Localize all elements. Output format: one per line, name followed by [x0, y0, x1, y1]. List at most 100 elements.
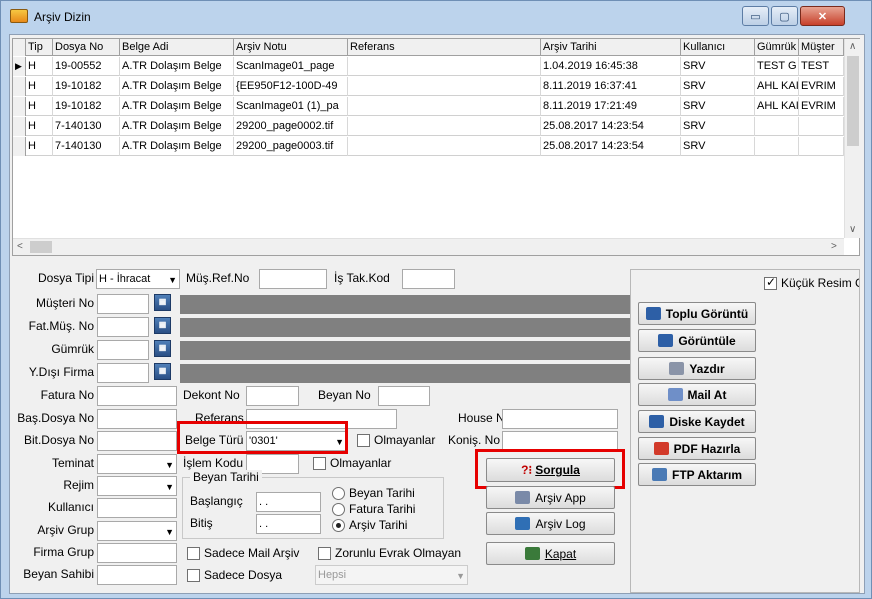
maximize-button[interactable]: ▢	[771, 6, 798, 26]
client-area: Tip Dosya No Belge Adi Arşiv Notu Refera…	[9, 34, 865, 594]
row-selector	[13, 137, 26, 156]
vertical-scrollbar[interactable]: ∧ ∨	[844, 39, 860, 238]
horizontal-scroll-thumb[interactable]	[30, 241, 52, 253]
house-input[interactable]	[502, 409, 618, 429]
window-title: Arşiv Dizin	[34, 10, 91, 24]
radio-beyan-tarihi[interactable]	[332, 487, 345, 500]
dosya-tipi-select[interactable]: H - İhracat ▼	[96, 269, 180, 289]
scroll-left-icon[interactable]: <	[17, 241, 23, 252]
pdf-hazirla-button[interactable]: PDF Hazırla	[638, 437, 756, 460]
col-referans[interactable]: Referans	[348, 39, 541, 56]
cell-musteri: EVRIM	[799, 97, 844, 116]
firma-grup-input[interactable]	[97, 543, 177, 563]
cell-arsiv-tarihi: 25.08.2017 14:23:54	[541, 137, 681, 156]
cell-gumruk: TEST G	[755, 57, 799, 76]
diske-kaydet-button[interactable]: Diske Kaydet	[638, 410, 756, 433]
mail-at-button[interactable]: Mail At	[638, 383, 756, 406]
mus-ref-input[interactable]	[259, 269, 327, 289]
col-musteri[interactable]: Müşter	[799, 39, 844, 56]
cell-gumruk: AHL KAI	[755, 77, 799, 96]
lookup-icon[interactable]: ▦	[154, 317, 171, 334]
yazdir-button[interactable]: Yazdır	[638, 357, 756, 380]
scroll-right-icon[interactable]: >	[831, 241, 837, 252]
table-row[interactable]: ▶ H 19-00552 A.TR Dolaşım Belge ScanImag…	[13, 57, 844, 76]
cell-gumruk	[755, 137, 799, 156]
fatura-input[interactable]	[97, 386, 177, 406]
scroll-up-icon[interactable]: ∧	[849, 41, 856, 52]
ydisi-input[interactable]	[97, 363, 149, 383]
musteri-no-input[interactable]	[97, 294, 149, 314]
fat-mus-input[interactable]	[97, 317, 149, 337]
sadece-mail-label: Sadece Mail Arşiv	[204, 546, 300, 560]
rejim-select[interactable]: ▼	[97, 476, 177, 496]
fat-mus-label: Fat.Müş. No	[28, 319, 94, 333]
archive-grid[interactable]: Tip Dosya No Belge Adi Arşiv Notu Refera…	[12, 38, 860, 256]
teminat-select[interactable]: ▼	[97, 454, 177, 474]
title-bar[interactable]: Arşiv Dizin ▭ ▢ ✕	[1, 1, 871, 31]
bit-dosya-input[interactable]	[97, 431, 177, 451]
radio-arsiv-tarihi[interactable]	[332, 519, 345, 532]
dekont-label: Dekont No	[183, 388, 240, 402]
arsiv-app-button[interactable]: Arşiv App	[486, 486, 615, 509]
toplu-goruntu-button[interactable]: Toplu Görüntü	[638, 302, 756, 325]
horizontal-scrollbar[interactable]: < >	[13, 238, 844, 255]
lookup-icon[interactable]: ▦	[154, 294, 171, 311]
zorunlu-label: Zorunlu Evrak Olmayan	[335, 546, 462, 560]
table-row[interactable]: H 7-140130 A.TR Dolaşım Belge 29200_page…	[13, 137, 844, 156]
beyan-sahibi-input[interactable]	[97, 565, 177, 585]
bitis-input[interactable]: . .	[256, 514, 321, 534]
cell-kullanici: SRV	[681, 117, 755, 136]
col-gumruk[interactable]: Gümrük	[755, 39, 799, 56]
lookup-icon[interactable]: ▦	[154, 340, 171, 357]
lookup-icon[interactable]: ▦	[154, 363, 171, 380]
ftp-aktarim-button[interactable]: FTP Aktarım	[638, 463, 756, 486]
arsiv-grup-select[interactable]: ▼	[97, 521, 177, 541]
cell-arsiv-notu: ScanImage01_page	[234, 57, 348, 76]
hepsi-select[interactable]: Hepsi ▼	[315, 565, 468, 585]
kullanici-input[interactable]	[97, 498, 177, 518]
close-button[interactable]: ✕	[800, 6, 845, 26]
gumruk-input[interactable]	[97, 340, 149, 360]
bas-dosya-input[interactable]	[97, 409, 177, 429]
table-row[interactable]: H 19-10182 A.TR Dolaşım Belge ScanImage0…	[13, 97, 844, 116]
cell-belge-adi: A.TR Dolaşım Belge	[120, 117, 234, 136]
beyan-no-input[interactable]	[378, 386, 430, 406]
arsiv-log-button[interactable]: Arşiv Log	[486, 512, 615, 535]
col-belge-adi[interactable]: Belge Adi	[120, 39, 234, 56]
kucuk-resim-checkbox[interactable]	[764, 275, 777, 290]
scroll-down-icon[interactable]: ∨	[849, 224, 856, 235]
ydisi-label: Y.Dışı Firma	[28, 365, 94, 379]
olmayanlar-belge-checkbox[interactable]	[357, 434, 370, 447]
table-row[interactable]: H 19-10182 A.TR Dolaşım Belge {EE950F12-…	[13, 77, 844, 96]
baslangic-label: Başlangıç	[190, 494, 243, 508]
is-tak-input[interactable]	[402, 269, 455, 289]
row-selector	[13, 77, 26, 96]
goruntule-button[interactable]: Görüntüle	[638, 329, 756, 352]
diske-label: Diske Kaydet	[669, 414, 745, 429]
baslangic-input[interactable]: . .	[256, 492, 321, 512]
vertical-scroll-thumb[interactable]	[847, 56, 859, 146]
radio-arsiv-label: Arşiv Tarihi	[349, 518, 408, 532]
col-dosya-no[interactable]: Dosya No	[53, 39, 120, 56]
cell-musteri: EVRIM	[799, 77, 844, 96]
olmayanlar-islem-checkbox[interactable]	[313, 457, 326, 470]
konis-input[interactable]	[502, 431, 618, 451]
sadece-mail-checkbox[interactable]	[187, 547, 200, 560]
cell-arsiv-tarihi: 8.11.2019 17:21:49	[541, 97, 681, 116]
radio-fatura-tarihi[interactable]	[332, 503, 345, 516]
col-kullanici[interactable]: Kullanıcı	[681, 39, 755, 56]
minimize-button[interactable]: ▭	[742, 6, 769, 26]
olmayanlar-belge-label: Olmayanlar	[374, 433, 436, 447]
cell-arsiv-notu: {EE950F12-100D-49	[234, 77, 348, 96]
cell-dosya-no: 19-10182	[53, 77, 120, 96]
col-arsiv-tarihi[interactable]: Arşiv Tarihi	[541, 39, 681, 56]
table-row[interactable]: H 7-140130 A.TR Dolaşım Belge 29200_page…	[13, 117, 844, 136]
dekont-input[interactable]	[246, 386, 299, 406]
zorunlu-checkbox[interactable]	[318, 547, 331, 560]
col-arsiv-notu[interactable]: Arşiv Notu	[234, 39, 348, 56]
cell-musteri	[799, 117, 844, 136]
sadece-dosya-checkbox[interactable]	[187, 569, 200, 582]
col-tip[interactable]: Tip	[26, 39, 53, 56]
archive-app-icon	[10, 9, 28, 23]
kapat-button[interactable]: Kapat	[486, 542, 615, 565]
